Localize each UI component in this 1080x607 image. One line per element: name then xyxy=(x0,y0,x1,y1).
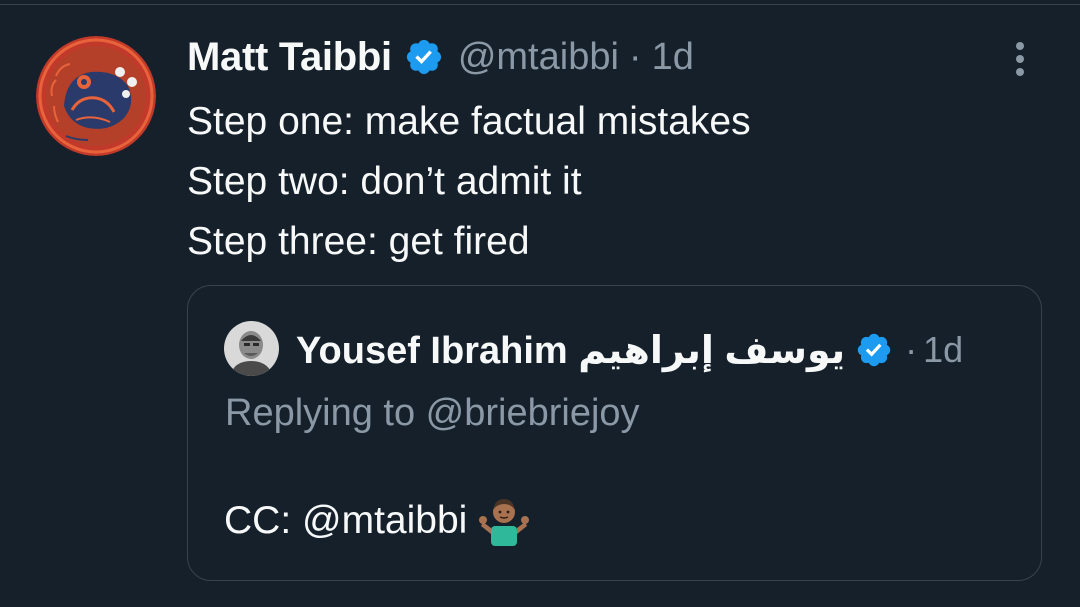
tweet[interactable]: Matt Taibbi @mtaibbi · 1d Step one: make… xyxy=(0,0,1080,607)
verified-badge-icon[interactable] xyxy=(855,331,893,369)
tweet-header: Matt Taibbi @mtaibbi · 1d xyxy=(187,30,694,84)
tweet-timestamp[interactable]: 1d xyxy=(652,36,694,79)
replying-to[interactable]: Replying to @briebriejoy xyxy=(225,392,640,435)
tweet-text: Step one: make factual mistakes Step two… xyxy=(187,92,1047,272)
separator-dot: · xyxy=(905,329,918,370)
avatar-image xyxy=(36,36,156,156)
quoted-text: CC: @mtaibbi xyxy=(224,496,530,546)
verified-badge-icon[interactable] xyxy=(404,37,444,77)
quoted-timestamp[interactable]: 1d xyxy=(923,329,963,371)
separator-dot: · xyxy=(628,35,642,78)
person-shrugging-emoji xyxy=(479,496,530,546)
author-handle[interactable]: @mtaibbi xyxy=(458,36,619,79)
quoted-author-name[interactable]: Yousef Ibrahim يوسف إبراهيم xyxy=(296,328,845,373)
more-options-icon[interactable] xyxy=(1006,40,1034,80)
quoted-tweet[interactable]: Yousef Ibrahim يوسف إبراهيم · 1d Replyin… xyxy=(187,285,1042,581)
author-name[interactable]: Matt Taibbi xyxy=(187,35,392,80)
tweet-text-line: Step two: don’t admit it xyxy=(187,160,582,203)
quoted-author-avatar[interactable] xyxy=(224,321,279,376)
quoted-header: Yousef Ibrahim يوسف إبراهيم · 1d xyxy=(296,322,963,378)
tweet-text-line: Step three: get fired xyxy=(187,220,530,263)
author-avatar[interactable] xyxy=(36,36,156,156)
quoted-text-content: CC: @mtaibbi xyxy=(224,499,468,542)
tweet-text-line: Step one: make factual mistakes xyxy=(187,100,751,143)
quoted-avatar-image xyxy=(224,321,279,376)
